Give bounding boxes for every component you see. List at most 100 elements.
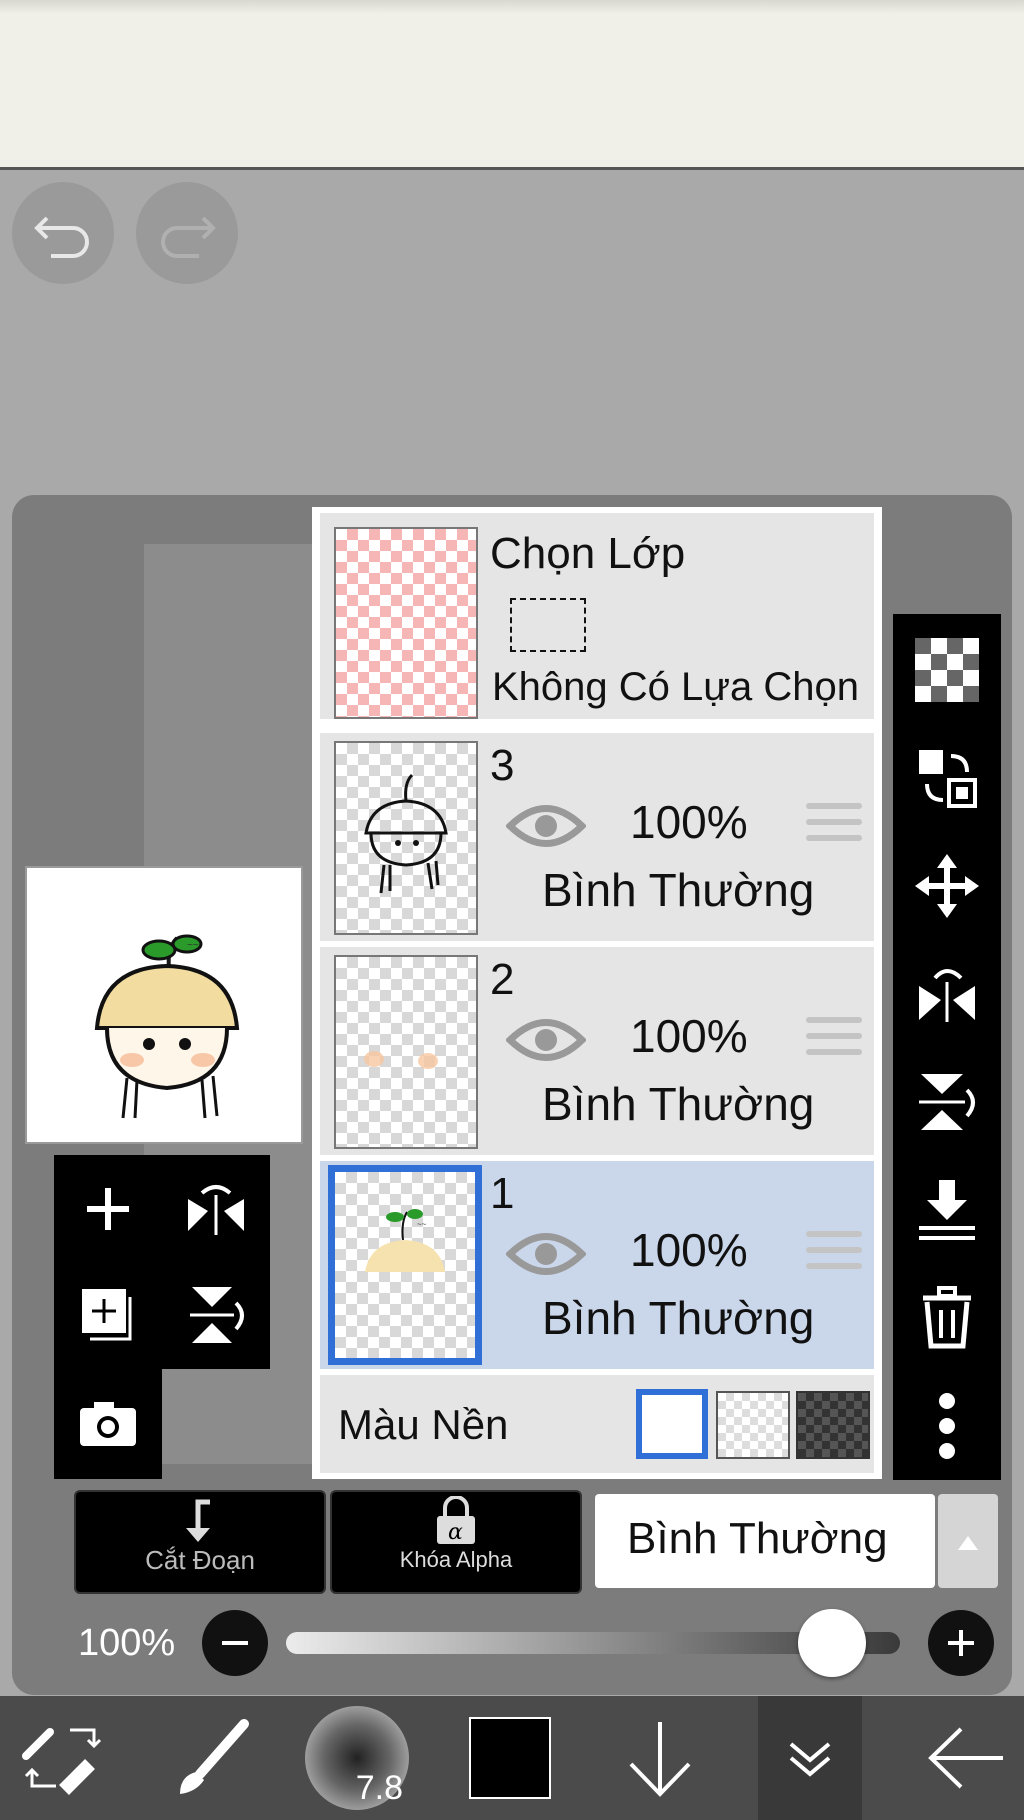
- eye-icon[interactable]: [506, 1229, 586, 1279]
- layer-thumbnail: [334, 741, 478, 935]
- flip-horizontal-icon: [919, 969, 975, 1022]
- alpha-lock-button[interactable]: α Khóa Alpha: [330, 1490, 582, 1594]
- brush-tool-button[interactable]: [150, 1696, 274, 1820]
- blend-mode-value: Bình Thường: [627, 1514, 888, 1563]
- layer-name: 1: [490, 1169, 515, 1218]
- drag-handle-icon[interactable]: [806, 1017, 862, 1061]
- bottom-toolbar: 7.8: [0, 1696, 1024, 1820]
- alpha-lock-label: Khóa Alpha: [399, 1547, 513, 1572]
- selection-rect-icon: [510, 598, 586, 652]
- svg-text:~~: ~~: [187, 940, 199, 951]
- undo-icon: [34, 216, 89, 258]
- blend-mode-dropdown-button[interactable]: [938, 1494, 998, 1588]
- selection-layer[interactable]: Chọn Lớp Không Có Lựa Chọn: [320, 513, 874, 719]
- checkerboard-icon: [915, 638, 979, 702]
- brush-size-indicator: 7.8: [305, 1706, 409, 1810]
- layer-name: 3: [490, 741, 515, 790]
- eye-icon[interactable]: [506, 801, 586, 851]
- flip-vertical-button[interactable]: [166, 1265, 266, 1365]
- layer-thumbnail: ~~: [328, 1165, 482, 1365]
- delete-layer-button[interactable]: [893, 1268, 1001, 1368]
- flip-vertical-right-button[interactable]: [893, 1052, 1001, 1152]
- double-chevron-down-icon: [789, 1742, 831, 1777]
- move-icon: [915, 854, 979, 918]
- plus-icon: [948, 1630, 974, 1656]
- redo-icon: [161, 216, 216, 258]
- background-color-row: Màu Nền: [320, 1375, 874, 1473]
- swap-icon: [919, 750, 977, 808]
- background-color-label: Màu Nền: [338, 1401, 509, 1448]
- alpha-lock-icon: α: [437, 1495, 475, 1545]
- bg-white-option[interactable]: [636, 1389, 708, 1459]
- layers-panel-toggle-button[interactable]: [758, 1696, 862, 1820]
- copy-layer-button[interactable]: [58, 1265, 158, 1365]
- color-button[interactable]: [460, 1696, 560, 1820]
- bg-checker-dark-option[interactable]: [796, 1391, 870, 1459]
- download-button[interactable]: [608, 1696, 712, 1820]
- layer-opacity: 100%: [630, 796, 748, 848]
- minus-icon: [222, 1641, 248, 1645]
- opacity-decrease-button[interactable]: [202, 1610, 268, 1676]
- current-color-swatch: [469, 1717, 551, 1799]
- more-vertical-icon: [939, 1393, 955, 1459]
- opacity-slider-thumb[interactable]: [798, 1609, 866, 1677]
- selection-layer-subtitle: Không Có Lựa Chọn: [492, 665, 860, 709]
- opacity-value: 100%: [78, 1622, 176, 1664]
- clipping-label: Cắt Đoạn: [145, 1545, 255, 1575]
- new-transparent-layer-button[interactable]: [893, 620, 1001, 720]
- bg-checker-light-option[interactable]: [716, 1391, 790, 1459]
- drag-handle-icon[interactable]: [806, 803, 862, 847]
- move-button[interactable]: [893, 836, 1001, 936]
- flip-vertical-icon: [919, 1074, 975, 1130]
- brush-eraser-switch-icon: [22, 1728, 102, 1795]
- brush-icon: [180, 1719, 249, 1794]
- plus-icon: [87, 1188, 129, 1230]
- right-toolbar: [893, 614, 1001, 1480]
- clipping-button[interactable]: Cắt Đoạn: [74, 1490, 326, 1594]
- drag-handle-icon[interactable]: [806, 1231, 862, 1275]
- add-layer-button[interactable]: [58, 1159, 158, 1259]
- drawing-preview-image: ~~: [94, 934, 240, 1119]
- opacity-slider[interactable]: [286, 1609, 900, 1677]
- layer-thumbnail: [334, 955, 478, 1149]
- arrow-left-icon: [928, 1727, 1003, 1789]
- clipping-arrow-icon: [186, 1499, 210, 1542]
- camera-tool-block: [54, 1369, 162, 1479]
- more-options-button[interactable]: [893, 1376, 1001, 1476]
- redo-button[interactable]: [136, 182, 238, 284]
- top-bar: [0, 0, 1024, 170]
- layers-list: Chọn Lớp Không Có Lựa Chọn 3 100% Bình T…: [312, 507, 882, 1479]
- selection-layer-thumbnail: [334, 527, 478, 719]
- layer-blend-mode: Bình Thường: [542, 1292, 815, 1344]
- blend-mode-select[interactable]: Bình Thường: [595, 1494, 935, 1588]
- back-button[interactable]: [910, 1696, 1024, 1820]
- brush-size-button[interactable]: 7.8: [302, 1696, 412, 1820]
- flip-horizontal-button[interactable]: [166, 1159, 266, 1259]
- opacity-increase-button[interactable]: [928, 1610, 994, 1676]
- arrow-down-icon: [629, 1722, 691, 1797]
- brush-size-value: 7.8: [355, 1769, 403, 1807]
- undo-button[interactable]: [12, 182, 114, 284]
- layer-tools-block: [54, 1155, 270, 1369]
- layer-1-thumbnail-image: ~~: [365, 1209, 445, 1272]
- duplicate-layer-icon: [82, 1289, 132, 1341]
- camera-icon: [80, 1402, 136, 1446]
- layer-2-thumbnail-image: [364, 1051, 438, 1069]
- layer-row[interactable]: 3 100% Bình Thường: [320, 733, 874, 941]
- flip-horizontal-right-button[interactable]: [893, 944, 1001, 1044]
- layer-blend-mode: Bình Thường: [542, 1078, 815, 1130]
- layer-row-selected[interactable]: ~~ 1 100% Bình Thường: [320, 1161, 874, 1369]
- camera-button[interactable]: [58, 1373, 158, 1473]
- layer-row[interactable]: 2 100% Bình Thường: [320, 947, 874, 1155]
- swap-layer-button[interactable]: [893, 728, 1001, 828]
- flip-horizontal-icon: [188, 1185, 244, 1235]
- svg-text:~~: ~~: [417, 1220, 427, 1229]
- flip-vertical-icon: [190, 1287, 244, 1343]
- eye-icon[interactable]: [506, 1015, 586, 1065]
- canvas-preview[interactable]: ~~: [25, 866, 303, 1144]
- layer-name: 2: [490, 955, 515, 1004]
- layer-3-thumbnail-image: [364, 773, 448, 894]
- tool-switch-button[interactable]: [0, 1696, 124, 1820]
- trash-icon: [923, 1286, 971, 1349]
- merge-down-button[interactable]: [893, 1160, 1001, 1260]
